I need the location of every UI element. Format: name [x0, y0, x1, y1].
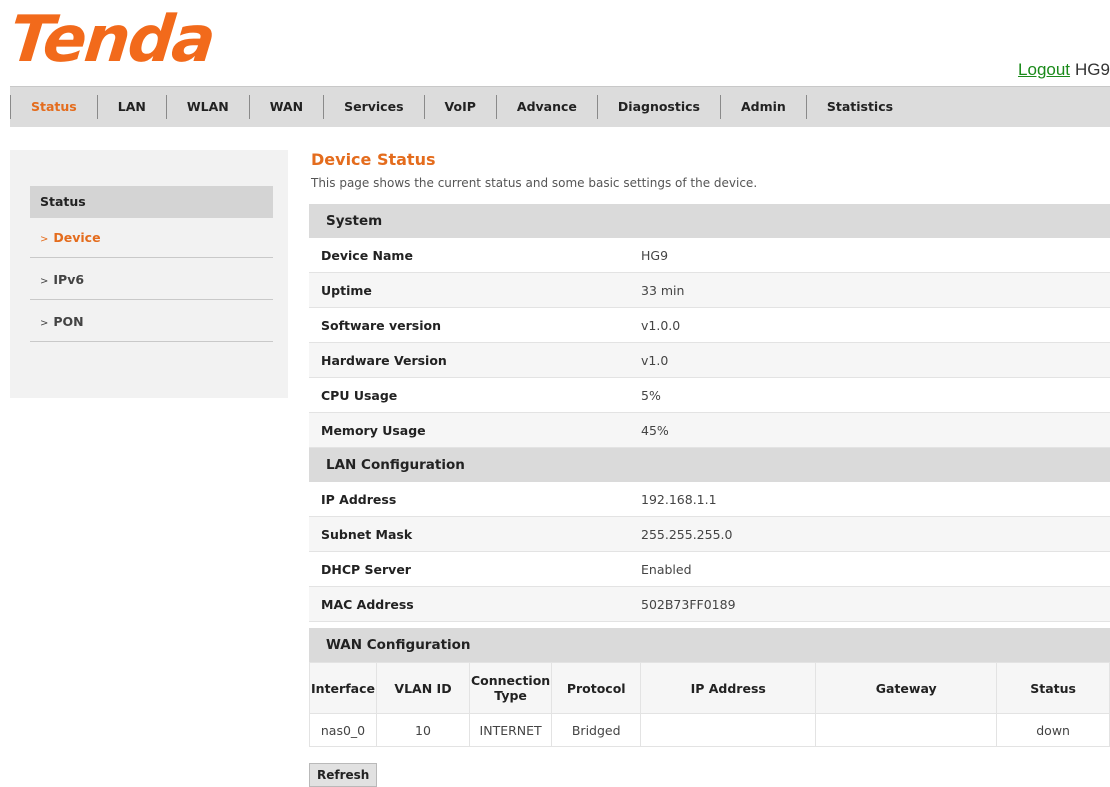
table-row: Memory Usage 45%: [309, 412, 1110, 448]
header-user-area: Logout HG9: [1018, 60, 1110, 80]
column-header: Gateway: [815, 662, 998, 714]
table-header-row: Interface VLAN ID Connection Type Protoc…: [309, 662, 1110, 714]
page-description: This page shows the current status and s…: [311, 176, 758, 190]
table-cell: nas0_0: [309, 713, 377, 747]
table-row: CPU Usage 5%: [309, 377, 1110, 413]
lan-table: IP Address 192.168.1.1 Subnet Mask 255.255…: [309, 482, 1110, 622]
row-value: v1.0: [640, 342, 1110, 378]
table-cell: 10: [376, 713, 470, 747]
row-value: 33 min: [640, 272, 1110, 308]
system-section: System Device Name HG9 Uptime 33 min Softw…: [309, 204, 1110, 448]
sidebar-header: Status: [30, 186, 273, 218]
row-value: HG9: [640, 238, 1110, 273]
table-cell: [640, 713, 817, 747]
column-header: VLAN ID: [376, 662, 470, 714]
row-label: Hardware Version: [309, 342, 640, 378]
row-label: MAC Address: [309, 586, 640, 622]
lan-section: LAN Configuration IP Address 192.168.1.1 …: [309, 448, 1110, 622]
main-nav: Status LAN WLAN WAN Services VoIP Advanc…: [10, 86, 1110, 127]
nav-tab-admin[interactable]: Admin: [720, 95, 806, 119]
table-cell: Bridged: [551, 713, 642, 747]
column-header: IP Address: [640, 662, 817, 714]
system-section-title: System: [309, 204, 1110, 238]
row-label: Subnet Mask: [309, 516, 640, 552]
page-title: Device Status: [311, 150, 436, 169]
table-row: Software version v1.0.0: [309, 307, 1110, 343]
system-table: Device Name HG9 Uptime 33 min Software ver…: [309, 238, 1110, 448]
row-label: CPU Usage: [309, 377, 640, 413]
nav-tab-voip[interactable]: VoIP: [423, 95, 496, 119]
table-row: DHCP Server Enabled: [309, 551, 1110, 587]
sidebar-item-label: Device: [53, 230, 101, 245]
column-header: Interface: [309, 662, 377, 714]
table-cell: INTERNET: [468, 713, 553, 747]
table-cell: down: [996, 713, 1110, 747]
row-label: Software version: [309, 307, 640, 343]
nav-tab-lan[interactable]: LAN: [96, 95, 166, 119]
table-row: Subnet Mask 255.255.255.0: [309, 516, 1110, 552]
row-value: 192.168.1.1: [640, 482, 1110, 517]
nav-tab-diagnostics[interactable]: Diagnostics: [596, 95, 720, 119]
sidebar: Status > Device > IPv6 > PON: [10, 150, 288, 398]
row-label: IP Address: [309, 482, 640, 517]
row-label: Uptime: [309, 272, 640, 308]
sidebar-item-pon[interactable]: > PON: [30, 302, 273, 342]
row-label: Memory Usage: [309, 412, 640, 448]
device-model-label: HG9: [1075, 60, 1110, 79]
table-row: MAC Address 502B73FF0189: [309, 586, 1110, 622]
sidebar-item-device[interactable]: > Device: [30, 218, 273, 258]
sidebar-item-ipv6[interactable]: > IPv6: [30, 260, 273, 300]
row-value: 502B73FF0189: [640, 586, 1110, 622]
column-header: Status: [996, 662, 1110, 714]
wan-section: WAN Configuration Interface VLAN ID Conn…: [309, 628, 1110, 747]
table-row: nas0_0 10 INTERNET Bridged down: [309, 713, 1110, 747]
nav-tab-services[interactable]: Services: [323, 95, 423, 119]
chevron-right-icon: >: [40, 276, 49, 287]
wan-section-title: WAN Configuration: [309, 628, 1110, 662]
logout-link[interactable]: Logout: [1018, 60, 1070, 79]
nav-tab-statistics[interactable]: Statistics: [805, 95, 913, 119]
column-header: Connection Type: [468, 662, 553, 714]
nav-tab-status[interactable]: Status: [10, 95, 97, 119]
nav-tab-wlan[interactable]: WLAN: [165, 95, 249, 119]
sidebar-item-label: PON: [53, 314, 84, 329]
row-value: 5%: [640, 377, 1110, 413]
tenda-logo: Tenda: [6, 3, 218, 77]
row-value: v1.0.0: [640, 307, 1110, 343]
row-value: Enabled: [640, 551, 1110, 587]
wan-table: Interface VLAN ID Connection Type Protoc…: [309, 662, 1110, 747]
row-label: DHCP Server: [309, 551, 640, 587]
row-label: Device Name: [309, 238, 640, 273]
chevron-right-icon: >: [40, 318, 49, 329]
row-value: 45%: [640, 412, 1110, 448]
sidebar-item-label: IPv6: [53, 272, 85, 287]
nav-tab-wan[interactable]: WAN: [248, 95, 323, 119]
table-row: Device Name HG9: [309, 238, 1110, 273]
column-header: Protocol: [551, 662, 642, 714]
table-row: IP Address 192.168.1.1: [309, 482, 1110, 517]
nav-tab-advance[interactable]: Advance: [495, 95, 597, 119]
chevron-right-icon: >: [40, 234, 49, 245]
table-row: Uptime 33 min: [309, 272, 1110, 308]
lan-section-title: LAN Configuration: [309, 448, 1110, 482]
refresh-button[interactable]: Refresh: [309, 763, 378, 787]
row-value: 255.255.255.0: [640, 516, 1110, 552]
table-row: Hardware Version v1.0: [309, 342, 1110, 378]
table-cell: [815, 713, 998, 747]
